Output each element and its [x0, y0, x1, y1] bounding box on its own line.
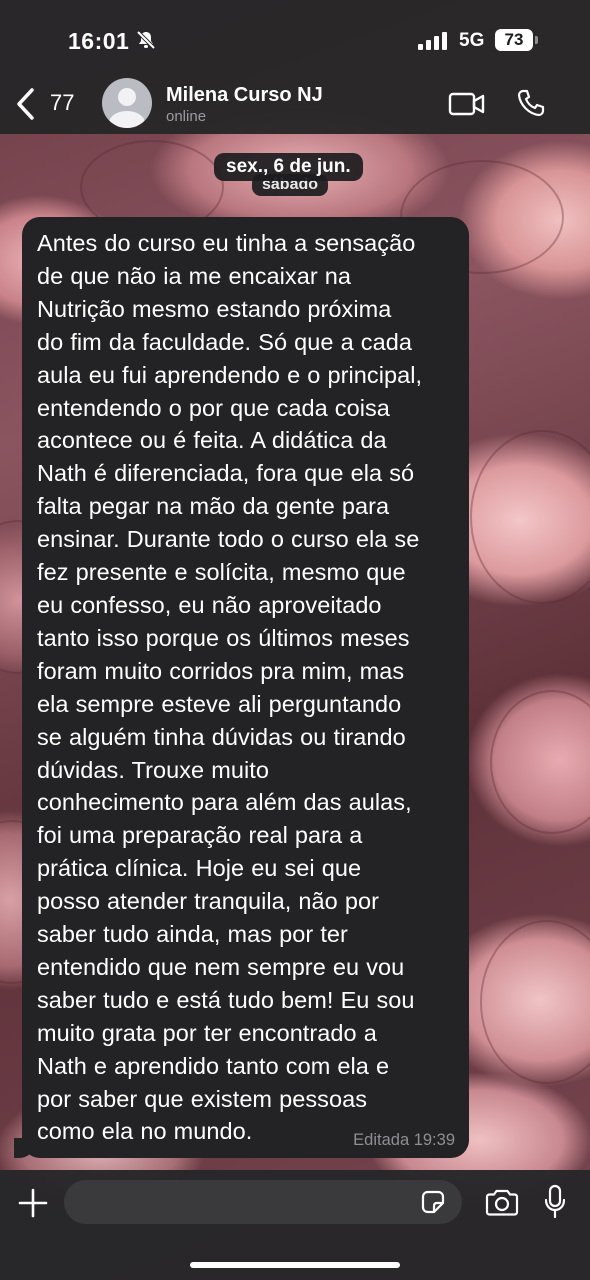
silent-bell-icon — [136, 30, 156, 50]
message-line: muito grata por ter encontrado a — [37, 1019, 377, 1046]
message-line: prática clínica. Hoje eu sei que — [37, 855, 362, 882]
message-line: aula eu fui aprendendo e o principal, — [37, 361, 423, 388]
message-input[interactable] — [64, 1180, 462, 1224]
video-call-icon[interactable] — [448, 90, 486, 118]
message-line: entendendo o por que cada coisa — [37, 394, 390, 421]
clock: 16:01 — [68, 28, 130, 54]
message-line: conhecimento para além das aulas, — [37, 789, 412, 816]
battery-level: 73 — [504, 30, 524, 49]
phone-call-icon[interactable] — [516, 88, 546, 118]
network-type: 5G — [459, 30, 485, 51]
date-separator: sex., 6 de jun. — [214, 153, 363, 181]
message-line: Nutrição mesmo estando próxima — [37, 295, 392, 322]
default-avatar-icon — [109, 88, 145, 128]
message-line: tanto isso porque os últimos meses — [37, 624, 410, 651]
message-line: eu confesso, eu não aproveitado — [37, 591, 382, 618]
back-chevron-icon[interactable] — [14, 86, 38, 122]
battery-tip — [535, 36, 538, 44]
message-line: Antes do curso eu tinha a sensação — [37, 230, 416, 256]
message-line: foi uma preparação real para a — [37, 822, 363, 849]
contact-name[interactable]: Milena Curso NJ — [166, 84, 323, 107]
microphone-icon[interactable] — [543, 1184, 567, 1220]
message-line: dúvidas. Trouxe muito — [37, 756, 269, 783]
input-bar — [0, 1170, 590, 1280]
message-line: de que não ia me encaixar na — [37, 262, 352, 289]
camera-icon[interactable] — [484, 1188, 520, 1218]
chat-header-area: 16:01 5G 73 77 Milena Curso NJ online — [0, 0, 590, 134]
message-line: acontece ou é feita. A didática da — [37, 427, 387, 454]
message-line: foram muito corridos pra mim, mas — [37, 657, 405, 684]
message-line: fez presente e solícita, mesmo que — [37, 559, 406, 586]
sticker-icon[interactable] — [420, 1189, 446, 1215]
home-indicator — [190, 1262, 400, 1268]
battery-icon: 73 — [495, 29, 533, 51]
status-bar: 16:01 5G 73 — [0, 0, 590, 78]
message-line: Nath e aprendido tanto com ela e — [37, 1052, 390, 1079]
message-line: por saber que existem pessoas — [37, 1085, 368, 1112]
message-line: ensinar. Durante todo o curso ela se — [37, 526, 420, 553]
message-bubble[interactable]: Antes do curso eu tinha a sensação de que… — [22, 217, 469, 1158]
message-line: ela sempre esteve ali perguntando — [37, 690, 402, 717]
message-text: Antes do curso eu tinha a sensação de que… — [37, 227, 455, 1148]
message-line: falta pegar na mão da gente para — [37, 493, 390, 520]
message-timestamp: Editada 19:39 — [353, 1131, 455, 1149]
message-line: saber tudo e está tudo bem! Eu sou — [37, 986, 415, 1013]
conversation-header: 77 Milena Curso NJ online — [0, 78, 590, 134]
message-line: posso atender tranquila, não por — [37, 888, 379, 915]
unread-count[interactable]: 77 — [50, 90, 74, 116]
contact-avatar[interactable] — [102, 78, 152, 128]
message-line: se alguém tinha dúvidas ou tirando — [37, 723, 406, 750]
message-line: entendido que nem sempre eu vou — [37, 953, 405, 980]
plus-icon[interactable] — [18, 1188, 48, 1218]
contact-status: online — [166, 108, 207, 125]
cell-signal-icon — [418, 32, 447, 50]
message-line: do fim da faculdade. Só que a cada — [37, 328, 412, 355]
message-line: Nath é diferenciada, fora que ela só — [37, 460, 415, 487]
message-line: saber tudo ainda, mas por ter — [37, 921, 348, 948]
